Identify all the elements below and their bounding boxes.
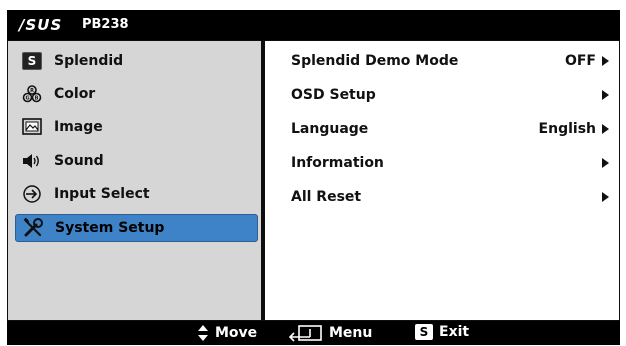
tools-icon: [21, 217, 45, 238]
option-value: English: [538, 121, 596, 137]
move-label: Move: [215, 325, 258, 341]
exit-key: S: [415, 324, 433, 340]
image-icon: [20, 117, 44, 137]
title-bar: /SUS PB238: [7, 10, 620, 40]
menu-item-label: Sound: [54, 153, 104, 169]
option-information[interactable]: Information: [291, 150, 611, 176]
menu-item-label: Input Select: [54, 186, 150, 202]
menu-item-sound[interactable]: Sound: [15, 148, 256, 174]
option-splendid-demo-mode[interactable]: Splendid Demo Mode OFF: [291, 48, 611, 74]
menu-item-color[interactable]: R G B Color: [15, 81, 256, 107]
menu-item-splendid[interactable]: S Splendid: [15, 48, 256, 74]
menu-item-image[interactable]: Image: [15, 114, 256, 140]
option-value: OFF: [564, 53, 596, 69]
menu-item-label: Splendid: [54, 53, 124, 69]
input-arrow-icon: [20, 184, 44, 204]
svg-text:B: B: [35, 96, 39, 102]
option-label: Language: [291, 121, 369, 137]
menu-item-system-setup[interactable]: System Setup: [15, 214, 258, 242]
arrow-right-icon: [602, 192, 609, 202]
option-language[interactable]: Language English: [291, 116, 611, 142]
speaker-icon: [20, 151, 44, 171]
option-osd-setup[interactable]: OSD Setup: [291, 82, 611, 108]
model-name: PB238: [82, 17, 129, 32]
menu-label: Menu: [329, 325, 373, 341]
menu-hint: Menu: [289, 324, 372, 342]
arrow-right-icon: [602, 90, 609, 100]
osd-window: /SUS PB238 S Splendid R G B Color Image …: [7, 10, 620, 345]
splendid-s-icon: S: [20, 51, 44, 71]
arrow-right-icon: [602, 124, 609, 134]
main-menu: S Splendid R G B Color Image Sound Input…: [8, 41, 261, 320]
exit-label: Exit: [439, 324, 470, 340]
option-all-reset[interactable]: All Reset: [291, 184, 611, 210]
enter-key-icon: [289, 324, 323, 342]
svg-text:G: G: [25, 96, 29, 102]
option-label: OSD Setup: [291, 87, 376, 103]
color-palette-icon: R G B: [20, 84, 44, 104]
arrow-right-icon: [602, 158, 609, 168]
up-down-arrows-icon: [197, 324, 209, 342]
option-label: Information: [291, 155, 384, 171]
menu-item-label: Image: [54, 119, 103, 135]
key-hint-bar: Move Menu S Exit: [7, 321, 620, 345]
move-hint: Move: [197, 324, 257, 342]
arrow-right-icon: [602, 56, 609, 66]
svg-text:R: R: [30, 88, 34, 94]
option-label: All Reset: [291, 189, 362, 205]
menu-item-label: System Setup: [55, 220, 165, 236]
menu-item-input-select[interactable]: Input Select: [15, 181, 256, 207]
menu-item-label: Color: [54, 86, 96, 102]
brand-logo: /SUS: [19, 16, 63, 34]
exit-hint: S Exit: [415, 324, 469, 340]
option-label: Splendid Demo Mode: [291, 53, 459, 69]
s-key-icon: S: [415, 324, 433, 340]
submenu-panel: Splendid Demo Mode OFF OSD Setup Languag…: [265, 41, 619, 320]
